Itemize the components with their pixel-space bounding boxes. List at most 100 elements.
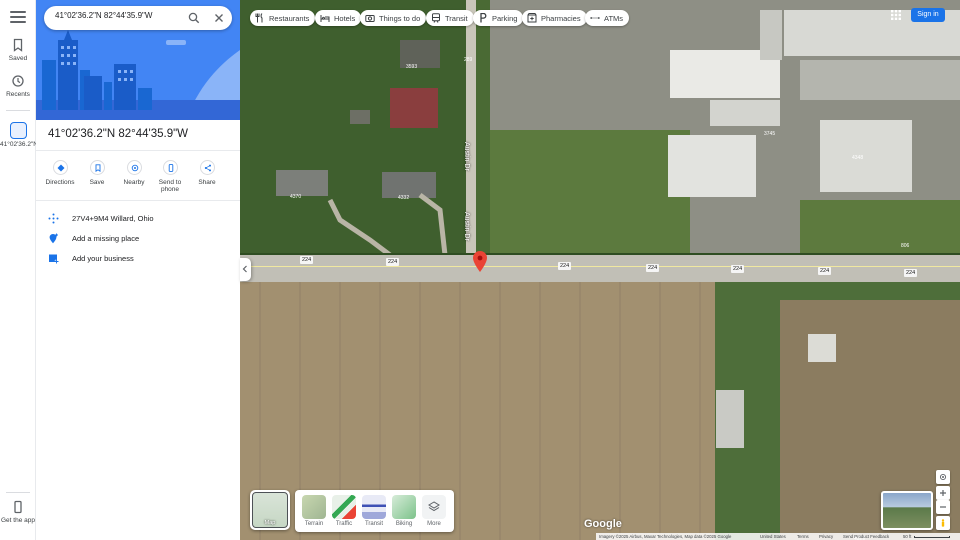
country-link[interactable]: United States — [760, 534, 786, 539]
rail-recents-label: Recents — [6, 91, 30, 98]
imagery-credit: Imagery ©2025 Airbus, Maxar Technologies… — [599, 534, 732, 539]
chip-restaurants[interactable]: Restaurants — [250, 10, 316, 26]
satellite-map[interactable] — [240, 0, 960, 540]
collapse-panel-button[interactable] — [240, 258, 251, 281]
chip-label: Pharmacies — [541, 14, 581, 23]
rail-get-app[interactable]: Get the app — [0, 500, 36, 524]
nearby-icon — [131, 164, 138, 172]
search-icon[interactable] — [188, 12, 200, 24]
address-number: 289 — [464, 57, 473, 63]
chip-parking[interactable]: Parking — [473, 10, 524, 26]
route-label: 224 — [731, 265, 745, 273]
bookmark-icon — [95, 164, 100, 172]
layer-transit[interactable]: Transit — [361, 495, 387, 527]
address-number: 4348 — [852, 155, 864, 161]
rail-saved[interactable]: Saved — [0, 38, 36, 62]
route-label: 224 — [904, 269, 918, 277]
left-rail: Saved Recents 41°02'36.2"N Get the app — [0, 0, 38, 540]
plus-code-text: 27V4+9M4 Willard, Ohio — [72, 214, 154, 223]
attribution-bar: Imagery ©2025 Airbus, Maxar Technologies… — [596, 533, 960, 540]
camera-icon — [365, 15, 375, 22]
google-logo: Google — [584, 518, 622, 530]
chip-label: Restaurants — [269, 14, 310, 23]
satellite-imagery — [240, 0, 960, 540]
layer-traffic[interactable]: Traffic — [331, 495, 357, 527]
apps-grid-icon[interactable] — [890, 9, 902, 21]
terms-link[interactable]: Terms — [797, 534, 809, 539]
feedback-link[interactable]: Send Product Feedback — [843, 534, 889, 539]
hotel-icon — [320, 15, 330, 22]
phone-icon — [168, 164, 173, 172]
layer-biking[interactable]: Biking — [391, 495, 417, 527]
chip-label: ATMs — [604, 14, 624, 23]
chip-pharmacies[interactable]: Pharmacies — [522, 10, 587, 26]
plus-code-icon — [48, 213, 59, 224]
privacy-link[interactable]: Privacy — [819, 534, 833, 539]
chip-things-to-do[interactable]: Things to do — [360, 10, 427, 26]
my-location-button[interactable] — [936, 470, 950, 484]
plus-icon — [940, 490, 946, 496]
chip-hotels[interactable]: Hotels — [315, 10, 362, 26]
rail-saved-label: Saved — [8, 55, 28, 62]
close-icon[interactable] — [213, 12, 225, 24]
chip-label: Hotels — [334, 14, 356, 23]
directions-label: Directions — [45, 179, 75, 186]
pharmacy-icon — [527, 13, 537, 23]
rail-current-place-label: 41°02'36.2"N — [0, 141, 38, 148]
street-view-thumbnail[interactable] — [881, 491, 933, 530]
rail-recents[interactable]: Recents — [0, 74, 36, 98]
location-pin[interactable] — [473, 251, 487, 272]
save-button[interactable]: Save — [79, 160, 115, 186]
send-to-phone-label: Send to phone — [158, 179, 182, 193]
rail-current-place[interactable]: 41°02'36.2"N — [0, 122, 38, 148]
layer-terrain[interactable]: Terrain — [301, 495, 327, 527]
zoom-out-button[interactable] — [936, 500, 950, 514]
send-to-phone-button[interactable]: Send to phone — [152, 160, 188, 193]
place-panel: 41°02'36.2"N 82°44'35.9"W Directions Sav… — [36, 0, 240, 540]
route-label: 224 — [818, 267, 832, 275]
terrain-swatch — [302, 495, 326, 519]
rail-divider — [6, 110, 30, 111]
transit-swatch — [362, 495, 386, 519]
layers-icon — [428, 501, 440, 512]
bookmark-icon — [13, 38, 23, 52]
address-number: 4370 — [290, 194, 302, 200]
zoom-in-button[interactable] — [936, 486, 950, 500]
plus-code-row[interactable]: 27V4+9M4 Willard, Ohio — [48, 212, 238, 226]
pegman-icon — [941, 519, 945, 527]
layer-toggle-map[interactable]: Map — [250, 490, 290, 530]
layer-label: Biking — [395, 521, 413, 527]
sign-in-button[interactable]: Sign in — [911, 8, 945, 22]
layer-toggle-label: Map — [264, 520, 276, 526]
pin-icon — [473, 251, 487, 272]
chip-transit[interactable]: Transit — [426, 10, 474, 26]
scale-label[interactable]: 50 ft — [903, 534, 911, 539]
address-number: 4332 — [398, 195, 410, 201]
menu-icon[interactable] — [10, 11, 26, 25]
rail-divider — [6, 492, 30, 493]
action-bar: Directions Save Nearby Send to phone Sha… — [42, 160, 234, 200]
pegman-button[interactable] — [936, 516, 950, 530]
share-button[interactable]: Share — [189, 160, 225, 186]
nearby-button[interactable]: Nearby — [116, 160, 152, 186]
add-missing-place-row[interactable]: Add a missing place — [48, 232, 238, 246]
my-location-icon — [939, 473, 947, 481]
address-number: 3745 — [764, 131, 776, 137]
route-label: 224 — [646, 264, 660, 272]
layers-panel: Terrain Traffic Transit Biking More — [295, 490, 454, 532]
directions-button[interactable]: Directions — [42, 160, 78, 186]
add-business-row[interactable]: Add your business — [48, 252, 238, 266]
chip-label: Things to do — [379, 14, 421, 23]
search-input[interactable] — [55, 11, 183, 20]
biking-swatch — [392, 495, 416, 519]
route-label: 224 — [558, 262, 572, 270]
transit-icon — [432, 13, 440, 23]
rail-get-app-label: Get the app — [1, 517, 35, 524]
minus-icon — [940, 506, 946, 508]
chip-atms[interactable]: ATMs — [585, 10, 630, 26]
scale-bar — [914, 536, 950, 538]
layer-label: More — [427, 521, 441, 527]
layer-more[interactable]: More — [421, 495, 447, 527]
share-icon — [204, 164, 211, 172]
layer-label: Transit — [364, 521, 384, 527]
